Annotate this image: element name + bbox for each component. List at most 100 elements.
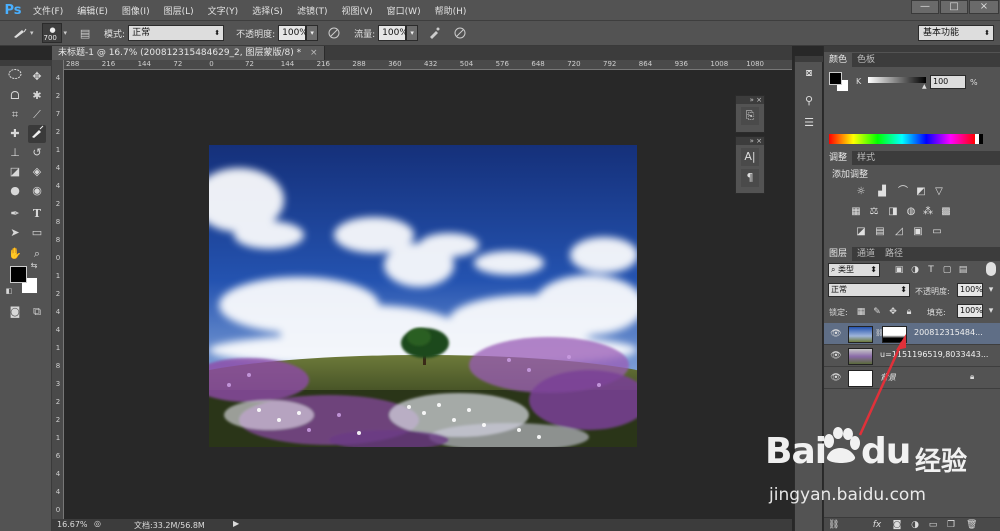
airbrush-icon[interactable] xyxy=(424,24,444,42)
tab-swatches[interactable]: 色板 xyxy=(852,53,880,67)
mode-select[interactable]: 正常 ⬍ xyxy=(128,25,225,41)
menu-filter[interactable]: 滤镜(T) xyxy=(290,4,335,17)
brush-size-dropdown-icon[interactable]: ▾ xyxy=(64,29,68,37)
move-tool-icon[interactable]: ✥ xyxy=(28,68,46,86)
color-ramp[interactable] xyxy=(829,134,975,144)
new-adjustment-icon[interactable]: ◑ xyxy=(910,520,920,530)
gradient-map-icon[interactable]: ▭ xyxy=(930,225,944,239)
layer-opacity-dropdown-icon[interactable]: ▾ xyxy=(986,285,996,295)
history-panel-icon[interactable]: ⎘ xyxy=(741,107,759,125)
lock-transparent-icon[interactable]: ▦ xyxy=(856,307,866,317)
filter-adjustment-icon[interactable]: ◑ xyxy=(910,265,920,275)
tab-color[interactable]: 颜色 xyxy=(824,53,853,67)
menu-type[interactable]: 文字(Y) xyxy=(201,4,246,17)
swap-colors-icon[interactable]: ⇆ xyxy=(28,260,40,272)
tab-channels[interactable]: 通道 xyxy=(852,247,880,261)
photo-filter-icon[interactable]: ◍ xyxy=(904,205,918,219)
flow-dropdown-icon[interactable]: ▾ xyxy=(406,25,419,41)
add-mask-icon[interactable]: ◙ xyxy=(892,520,902,530)
layer-comps-icon[interactable]: ⧇ xyxy=(800,64,818,82)
crop-tool-icon[interactable]: ⌗ xyxy=(6,106,24,124)
filter-pixel-icon[interactable]: ▣ xyxy=(894,265,904,275)
filter-type-icon[interactable]: T xyxy=(926,265,936,275)
tool-presets-icon[interactable]: ⚲ xyxy=(800,92,818,110)
fill-input[interactable]: 100% xyxy=(957,304,983,318)
preset-dropdown-icon[interactable]: ▾ xyxy=(30,29,34,37)
minimize-button[interactable]: — xyxy=(911,0,939,14)
menu-select[interactable]: 选择(S) xyxy=(245,4,290,17)
healing-brush-tool-icon[interactable]: ✚ xyxy=(6,125,24,143)
threshold-icon[interactable]: ◿ xyxy=(892,225,906,239)
pressure-size-icon[interactable] xyxy=(450,24,470,42)
screen-mode-icon[interactable]: ⧉ xyxy=(28,303,46,321)
history-brush-tool-icon[interactable]: ↺ xyxy=(28,144,46,162)
fill-dropdown-icon[interactable]: ▾ xyxy=(986,306,996,316)
dodge-tool-icon[interactable]: ◉ xyxy=(28,182,46,200)
close-button[interactable]: × xyxy=(969,0,999,14)
color-panel-foreground[interactable] xyxy=(829,72,842,85)
pressure-opacity-icon[interactable] xyxy=(324,24,344,42)
status-info-icon[interactable]: ◎ xyxy=(94,519,101,528)
zoom-level[interactable]: 16.67% xyxy=(57,520,88,529)
tab-adjustments[interactable]: 调整 xyxy=(824,151,853,165)
brush-tool-preset-icon[interactable] xyxy=(10,24,30,42)
opacity-input[interactable]: 100% xyxy=(278,25,308,41)
lock-image-icon[interactable]: ✎ xyxy=(872,307,882,317)
blur-tool-icon[interactable]: ● xyxy=(6,182,24,200)
vibrance-icon[interactable]: ▽ xyxy=(932,185,946,199)
color-ramp-black[interactable] xyxy=(979,134,983,144)
layer-filter-select[interactable]: ⌕ 类型 ⬍ xyxy=(828,263,880,277)
opacity-dropdown-icon[interactable]: ▾ xyxy=(306,25,319,41)
pen-tool-icon[interactable]: ✒ xyxy=(6,205,24,223)
black-white-icon[interactable]: ◨ xyxy=(886,205,900,219)
canvas-image[interactable] xyxy=(209,145,637,447)
document-tab-close-icon[interactable]: × xyxy=(310,48,318,58)
link-layers-icon[interactable]: ⛓ xyxy=(828,520,839,530)
properties-icon[interactable]: ☰ xyxy=(800,114,818,132)
menu-edit[interactable]: 编辑(E) xyxy=(70,4,115,17)
exposure-icon[interactable]: ◩ xyxy=(914,185,928,199)
selective-color-icon[interactable]: ▣ xyxy=(911,225,925,239)
rectangle-tool-icon[interactable]: ▭ xyxy=(28,224,46,242)
status-menu-arrow-icon[interactable]: ▶ xyxy=(233,519,239,528)
eraser-tool-icon[interactable]: ◪ xyxy=(6,163,24,181)
menu-image[interactable]: 图像(I) xyxy=(115,4,157,17)
paint-bucket-tool-icon[interactable]: ◈ xyxy=(28,163,46,181)
k-value-input[interactable]: 100 xyxy=(930,75,966,89)
new-layer-icon[interactable]: ❐ xyxy=(946,520,956,530)
menu-help[interactable]: 帮助(H) xyxy=(428,4,474,17)
lasso-tool-icon[interactable]: ᗝ xyxy=(6,87,24,105)
k-slider[interactable] xyxy=(868,77,926,83)
character-panel-icon[interactable]: A| xyxy=(741,148,759,166)
hue-saturation-icon[interactable]: ▦ xyxy=(849,205,863,219)
filter-toggle[interactable] xyxy=(986,262,996,276)
filter-smart-icon[interactable]: ▤ xyxy=(958,265,968,275)
brush-panel-toggle-icon[interactable]: ▤ xyxy=(75,24,95,42)
menu-view[interactable]: 视图(V) xyxy=(334,4,379,17)
eyedropper-tool-icon[interactable]: ⟋ xyxy=(28,106,46,124)
lock-all-icon[interactable]: 🔒︎ xyxy=(904,307,914,317)
filter-shape-icon[interactable]: ▢ xyxy=(942,265,952,275)
quick-mask-icon[interactable]: ◙ xyxy=(6,303,24,321)
curves-icon[interactable]: ⌒ xyxy=(896,185,910,199)
levels-icon[interactable]: ▟ xyxy=(875,185,889,199)
new-group-icon[interactable]: ▭ xyxy=(928,520,938,530)
layer-opacity-input[interactable]: 100% xyxy=(957,283,983,297)
layer-style-icon[interactable]: fx xyxy=(872,520,882,530)
color-balance-icon[interactable]: ⚖ xyxy=(867,205,881,219)
maximize-button[interactable]: □ xyxy=(940,0,968,14)
brush-tool-icon[interactable] xyxy=(28,125,46,143)
tab-styles[interactable]: 样式 xyxy=(852,151,880,165)
menu-file[interactable]: 文件(F) xyxy=(26,4,70,17)
menu-layer[interactable]: 图层(L) xyxy=(157,4,201,17)
hand-tool-icon[interactable]: ✋ xyxy=(6,245,24,263)
path-selection-tool-icon[interactable]: ➤ xyxy=(6,224,24,242)
brush-size-picker[interactable]: ● 700 xyxy=(41,23,62,43)
color-lookup-icon[interactable]: ▩ xyxy=(939,205,953,219)
marquee-tool-icon[interactable] xyxy=(6,68,24,86)
workspace-select[interactable]: 基本功能 ⬍ xyxy=(918,25,994,41)
k-slider-handle-icon[interactable]: ▲ xyxy=(922,83,927,90)
magic-wand-tool-icon[interactable]: ✱ xyxy=(28,87,46,105)
type-tool-icon[interactable]: T xyxy=(28,205,46,223)
default-colors-icon[interactable]: ◧ xyxy=(4,286,14,296)
